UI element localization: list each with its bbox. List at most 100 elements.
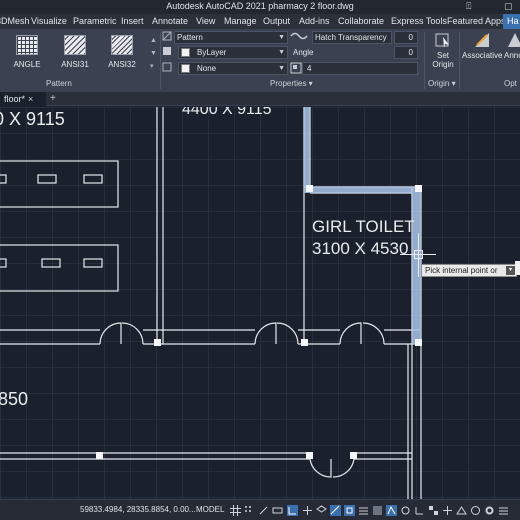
transparency-dropdown[interactable]: Hatch Transparency [312, 31, 392, 44]
ribbon-divider [160, 32, 161, 89]
dynamic-input-icon[interactable] [272, 505, 283, 516]
new-tab-icon[interactable]: + [50, 92, 56, 106]
angle-label: Angle [293, 48, 314, 57]
hatch-type-value: Pattern [177, 33, 203, 42]
color-swatch-icon [181, 48, 190, 57]
document-tab-label: floor* [4, 94, 26, 104]
hatch-type-dropdown[interactable]: Pattern ▼ [174, 31, 288, 44]
ansi31-pattern-icon [64, 35, 86, 55]
hatch-color-dropdown[interactable]: ByLayer ▼ [178, 46, 288, 59]
girl-toilet-name-label: GIRL TOILET [312, 217, 415, 236]
tab-annotate[interactable]: Annotate [152, 16, 188, 26]
dynamic-ucs-icon[interactable] [414, 505, 425, 516]
tooltip-dropdown-icon[interactable]: ▾ [506, 266, 515, 275]
pattern-angle-label: ANGLE [13, 60, 41, 69]
hatch-type-icon [162, 31, 172, 41]
tab-featured-apps[interactable]: Featured Apps [447, 16, 506, 26]
tab-output[interactable]: Output [263, 16, 290, 26]
window-title: Autodesk AutoCAD 2021 pharmacy 2 floor.d… [166, 1, 354, 11]
scale-icon [290, 62, 302, 74]
window-controls-icon[interactable]: ▢ [504, 1, 513, 12]
options-panel-label: Opt [504, 79, 517, 88]
gizmo-icon[interactable] [442, 505, 453, 516]
cursor-pickbox-icon [414, 250, 423, 259]
scale-input[interactable]: 4 [302, 62, 418, 75]
ribbon-divider [459, 32, 460, 89]
ribbon-divider [424, 32, 425, 89]
transparency-input[interactable]: 0 [394, 31, 418, 44]
annotation-visibility-icon[interactable] [456, 505, 467, 516]
coordinate-readout: 59833.4984, 28335.8854, 0.00... [80, 505, 196, 514]
tab-collaborate[interactable]: Collaborate [338, 16, 384, 26]
transparency-toggle-icon[interactable] [372, 505, 383, 516]
tab-hatch-editor[interactable]: Ha [503, 14, 520, 29]
associative-icon [475, 33, 489, 47]
pattern-ansi31-button[interactable]: ANSI31 [55, 35, 95, 71]
document-tab[interactable]: floor* × [0, 92, 46, 106]
grid-icon[interactable] [230, 505, 241, 516]
associative-button[interactable]: Associative [462, 31, 502, 75]
document-tab-bar: floor* × + [0, 92, 520, 106]
set-origin-icon [435, 33, 449, 48]
ribbon-tab-bar: 3DMesh Visualize Parametric Insert Annot… [0, 14, 520, 29]
hatch-color-value: ByLayer [197, 48, 227, 57]
object-snap-icon[interactable] [344, 505, 355, 516]
lineweight-icon[interactable] [358, 505, 369, 516]
angle-pattern-icon [16, 35, 38, 55]
3d-osnap-icon[interactable] [400, 505, 411, 516]
set-origin-label-1: Set [436, 51, 449, 60]
transparency-label: Hatch Transparency [315, 33, 387, 42]
chevron-down-icon: ▼ [278, 49, 285, 56]
infer-constraints-icon[interactable] [258, 505, 269, 516]
room-dimension-label-left: 0 X 9115 [0, 109, 65, 129]
background-color-icon [162, 62, 172, 72]
floor-plan-drawing[interactable] [0, 107, 520, 499]
dynamic-input-field[interactable] [515, 261, 520, 275]
tab-3dmesh[interactable]: 3DMesh [0, 16, 30, 26]
isometric-drafting-icon[interactable] [316, 505, 327, 516]
transparency-icon [290, 32, 308, 40]
user-icon[interactable]: ⍐ [466, 1, 471, 12]
selection-filter-icon[interactable] [428, 505, 439, 516]
annotative-icon [508, 33, 520, 47]
status-bar: 59833.4984, 28335.8854, 0.00... MODEL [0, 499, 520, 520]
tooltip-text: Pick internal point or [425, 266, 498, 275]
chevron-down-icon: ▼ [278, 34, 285, 41]
workspace-gear-icon[interactable] [484, 505, 495, 516]
chevron-down-icon: ▼ [278, 65, 285, 72]
associative-label: Associative [462, 51, 503, 60]
polar-tracking-icon[interactable] [302, 505, 313, 516]
angle-input[interactable]: 0 [394, 46, 418, 59]
pattern-angle-button[interactable]: ANGLE [7, 35, 47, 71]
tab-view[interactable]: View [196, 16, 215, 26]
customization-menu-icon[interactable] [498, 505, 509, 516]
tab-visualize[interactable]: Visualize [31, 16, 67, 26]
model-space-toggle[interactable]: MODEL [196, 505, 224, 514]
origin-panel-label: Origin ▾ [428, 79, 456, 88]
background-color-value: None [197, 64, 217, 73]
annotation-scale-icon[interactable] [470, 505, 481, 516]
none-swatch-icon [181, 64, 190, 73]
angle-label-box: Angle [290, 46, 392, 59]
snap-icon[interactable] [244, 505, 255, 516]
tab-add-ins[interactable]: Add-ins [299, 16, 330, 26]
selection-cycling-icon[interactable] [386, 505, 397, 516]
background-color-dropdown[interactable]: None ▼ [178, 62, 288, 75]
pattern-panel-label: Pattern [46, 79, 72, 88]
ortho-mode-icon[interactable] [287, 505, 298, 516]
set-origin-button[interactable]: Set Origin [428, 31, 458, 75]
pattern-gallery-scroll[interactable]: ▲ ▼ ▾ [150, 34, 158, 73]
object-snap-tracking-icon[interactable] [330, 505, 341, 516]
command-tooltip: Pick internal point or ▾ [421, 264, 517, 277]
pattern-ansi31-label: ANSI31 [61, 60, 89, 69]
pattern-ansi32-button[interactable]: ANSI32 [102, 35, 142, 71]
annotative-button[interactable]: Anno [504, 31, 520, 75]
tab-parametric[interactable]: Parametric [73, 16, 117, 26]
close-icon[interactable]: × [28, 92, 33, 106]
tab-insert[interactable]: Insert [121, 16, 144, 26]
pattern-ansi32-label: ANSI32 [108, 60, 136, 69]
tab-manage[interactable]: Manage [224, 16, 257, 26]
drawing-canvas[interactable]: 4400 X 9115 0 X 9115 GIRL TOILET 3100 X … [0, 107, 520, 499]
set-origin-label-2: Origin [432, 60, 454, 69]
tab-express-tools[interactable]: Express Tools [391, 16, 447, 26]
